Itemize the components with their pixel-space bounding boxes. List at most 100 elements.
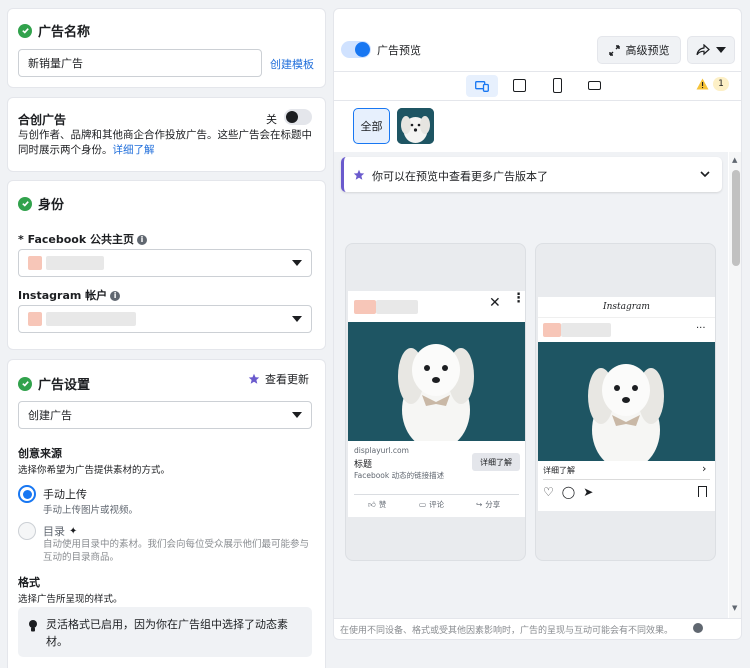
comment-action[interactable]: ▭ 评论 (419, 499, 444, 510)
chevron-down-icon (716, 47, 726, 53)
view-updates-link[interactable]: 查看更新 (248, 371, 309, 387)
manual-upload-title: 手动上传 (43, 488, 87, 501)
facebook-page-label: * Facebook 公共主页 (18, 233, 134, 246)
info-icon: i (110, 290, 121, 301)
catalog-radio[interactable] (18, 522, 36, 540)
create-ad-value: 创建广告 (28, 409, 72, 422)
ad-headline: 标题 (354, 460, 373, 470)
comment-icon[interactable]: ◯ (562, 485, 575, 499)
creative-source-desc: 选择你希望为广告提供素材的方式。 (18, 465, 171, 476)
learn-more-link[interactable]: 详细了解 (113, 144, 155, 156)
catalog-desc: 自动使用目录中的素材。我们会向每位受众展示他们最可能参与互动的目录商品。 (43, 539, 310, 563)
instagram-actions: ♡ ◯ ➤ (543, 485, 593, 499)
create-ad-select[interactable]: 创建广告 (18, 401, 312, 429)
instagram-logo: Instagram (603, 302, 650, 312)
co-create-description: 与创作者、品牌和其他商企合作投放广告。这些广告会在标题中同时展示两个身份。详细了… (18, 129, 312, 156)
preview-toggle-label: 广告预览 (377, 44, 421, 57)
display-domain: displayurl.com (354, 446, 409, 455)
co-create-card: 合创广告 关 与创作者、品牌和其他商企合作投放广告。这些广告会在标题中同时展示两… (7, 97, 326, 172)
all-versions-chip[interactable]: 全部 (353, 108, 390, 144)
banner-text: 你可以在预览中查看更多广告版本了 (372, 170, 548, 183)
instagram-ad-card: Instagram ··· 详细了解 › ♡ ◯ ➤ (538, 297, 715, 511)
check-icon (18, 376, 32, 391)
share-menu-button[interactable] (687, 36, 735, 64)
expand-icon (608, 44, 620, 56)
format-title: 格式 (18, 576, 40, 589)
ad-settings-header: 广告设置 (18, 374, 90, 393)
info-icon: i (137, 234, 147, 245)
more-options-icon[interactable]: ··· (696, 323, 706, 334)
chevron-right-icon: › (702, 462, 707, 475)
scrollbar-thumb[interactable] (732, 170, 740, 266)
co-create-toggle[interactable] (284, 109, 312, 125)
more-options-icon[interactable]: ⋮ (512, 292, 525, 305)
instagram-label-row: Instagram 帐户 i (18, 287, 121, 303)
create-template-link[interactable]: 创建模板 (270, 56, 314, 72)
like-action[interactable]: 👍︎ 赞 (368, 499, 386, 510)
ad-name-card: 广告名称 新销量广告 创建模板 (7, 8, 326, 88)
ad-settings-title: 广告设置 (38, 378, 91, 393)
instagram-account-select[interactable] (18, 305, 312, 333)
ad-name-header: 广告名称 (18, 21, 90, 40)
creative-source-title: 创意来源 (18, 447, 62, 460)
learn-more-link[interactable]: 详细了解 (543, 465, 575, 476)
catalog-title: 目录 (43, 525, 65, 538)
warning-count: 1 (713, 77, 729, 91)
share-icon: ↪ (476, 500, 483, 509)
ad-image (538, 342, 715, 461)
preview-footer-text: 在使用不同设备、格式或受其他因素影响时，广告的呈现与互动可能会有不同效果。 (340, 626, 674, 636)
sparkle-icon: ✦ (69, 525, 78, 537)
identity-card: 身份 * Facebook 公共主页 i Instagram 帐户 i (7, 180, 326, 350)
co-create-title: 合创广告 (18, 113, 67, 127)
instagram-value-redacted (28, 312, 136, 326)
check-icon (18, 196, 32, 211)
vertical-placement-icon[interactable] (553, 78, 562, 93)
advertiser-name-redacted (543, 322, 611, 337)
instagram-feed-preview-frame: Instagram ··· 详细了解 › ♡ ◯ ➤ (535, 243, 716, 561)
advertiser-name-redacted (354, 299, 418, 314)
facebook-ad-card: ✕ ⋮ displayurl.com 标题 Facebook 动态的链接描述 详… (348, 291, 525, 517)
warning-indicator[interactable]: 1 (696, 77, 729, 91)
horizontal-placement-icon[interactable] (588, 81, 601, 90)
scrollbar[interactable]: ▲ ▼ (729, 152, 741, 618)
share-action[interactable]: ↪ 分享 (476, 499, 500, 510)
check-icon (18, 23, 32, 38)
chevron-down-icon (292, 316, 302, 322)
send-icon[interactable]: ➤ (583, 485, 593, 499)
comment-icon: ▭ (419, 500, 427, 509)
star-icon (248, 373, 260, 384)
versions-banner: 你可以在预览中查看更多广告版本了 (341, 157, 722, 192)
preview-panel: 广告预览 高级预览 1 全部 你可以在预览中查看更多广告版本了 ✕ ⋮ disp… (333, 8, 742, 640)
share-arrow-icon (696, 44, 710, 56)
heart-icon[interactable]: ♡ (543, 485, 554, 499)
ad-name-input[interactable]: 新销量广告 (18, 49, 262, 77)
close-icon[interactable]: ✕ (489, 295, 501, 311)
facebook-page-label-row: * Facebook 公共主页 i (18, 231, 147, 247)
identity-header: 身份 (18, 194, 64, 213)
ad-link-description: Facebook 动态的链接描述 (354, 471, 445, 480)
star-icon (353, 169, 365, 180)
manual-upload-desc: 手动上传图片或视频。 (43, 505, 139, 516)
ad-image (348, 322, 525, 441)
format-notice-box: 灵活格式已启用，因为你在广告组中选择了动态素材。 (18, 607, 312, 657)
all-placements-icon[interactable] (466, 75, 498, 97)
thumbs-up-icon: 👍︎ (368, 499, 376, 509)
image-version-thumbnail[interactable] (397, 108, 434, 144)
advanced-preview-button[interactable]: 高级预览 (597, 36, 681, 64)
square-placement-icon[interactable] (513, 79, 526, 92)
warning-icon (696, 78, 709, 90)
preview-scroll-area: 你可以在预览中查看更多广告版本了 ✕ ⋮ displayurl.com 标题 F… (334, 152, 728, 618)
bookmark-icon[interactable] (698, 486, 707, 497)
identity-title: 身份 (38, 198, 65, 213)
preview-toggle[interactable] (341, 41, 371, 58)
learn-more-button[interactable]: 详细了解 (472, 453, 520, 471)
catalog-title-row: 目录 ✦ (43, 523, 77, 539)
info-icon (693, 623, 703, 633)
chevron-down-icon[interactable] (700, 171, 710, 178)
co-create-toggle-label: 关 (266, 113, 277, 126)
chevron-down-icon (292, 260, 302, 266)
facebook-feed-preview-frame: ✕ ⋮ displayurl.com 标题 Facebook 动态的链接描述 详… (345, 243, 526, 561)
format-notice-text: 灵活格式已启用，因为你在广告组中选择了动态素材。 (46, 618, 288, 648)
facebook-page-select[interactable] (18, 249, 312, 277)
manual-upload-radio[interactable] (18, 485, 36, 503)
